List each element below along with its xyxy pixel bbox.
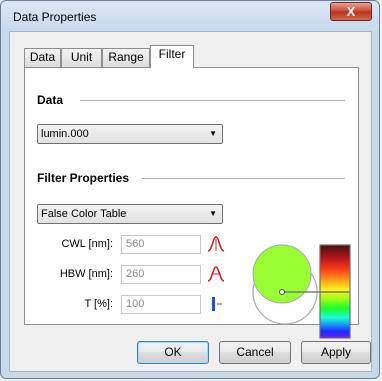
transmission-input[interactable]: 100 <box>121 295 201 314</box>
window-title: Data Properties <box>13 10 97 24</box>
gaussian-center-icon[interactable] <box>207 235 225 253</box>
group-divider <box>142 178 345 179</box>
data-source-value: lumin.000 <box>41 128 89 140</box>
cancel-button[interactable]: Cancel <box>219 341 291 364</box>
tab-range[interactable]: Range <box>102 48 150 67</box>
tab-unit[interactable]: Unit <box>61 48 102 67</box>
dialog-body: Data Unit Range Filter Data lumin.000 ▼ … <box>9 31 372 372</box>
filter-tab-panel: Data lumin.000 ▼ Filter Properties False… <box>24 67 359 339</box>
cwl-label: CWL [nm]: <box>61 238 113 250</box>
title-bar[interactable]: Data Properties X <box>1 1 379 33</box>
gaussian-width-icon[interactable] <box>207 265 225 283</box>
dropdown-arrow-icon: ▼ <box>209 129 217 138</box>
ok-button[interactable]: OK <box>137 341 209 364</box>
data-properties-dialog: Data Properties X Data Unit Range Filter… <box>0 0 380 379</box>
group-divider <box>80 100 345 101</box>
tab-filter[interactable]: Filter <box>150 45 194 68</box>
dropdown-arrow-icon: ▼ <box>209 209 217 218</box>
close-button[interactable]: X <box>330 2 372 21</box>
tab-data[interactable]: Data <box>24 48 61 67</box>
data-source-select[interactable]: lumin.000 ▼ <box>37 124 223 144</box>
color-preview[interactable] <box>251 244 355 340</box>
hbw-label: HBW [nm]: <box>59 268 113 280</box>
transmission-icon[interactable] <box>209 295 223 313</box>
cwl-input[interactable]: 560 <box>121 235 201 254</box>
filter-group-title: Filter Properties <box>37 171 130 185</box>
data-group-title: Data <box>37 93 64 107</box>
color-pointer-handle[interactable] <box>279 289 285 295</box>
transmission-label: T [%]: <box>84 298 113 310</box>
hbw-input[interactable]: 260 <box>121 265 201 284</box>
filter-type-select[interactable]: False Color Table ▼ <box>37 204 223 224</box>
filter-type-value: False Color Table <box>41 208 127 220</box>
apply-button[interactable]: Apply <box>301 341 371 364</box>
